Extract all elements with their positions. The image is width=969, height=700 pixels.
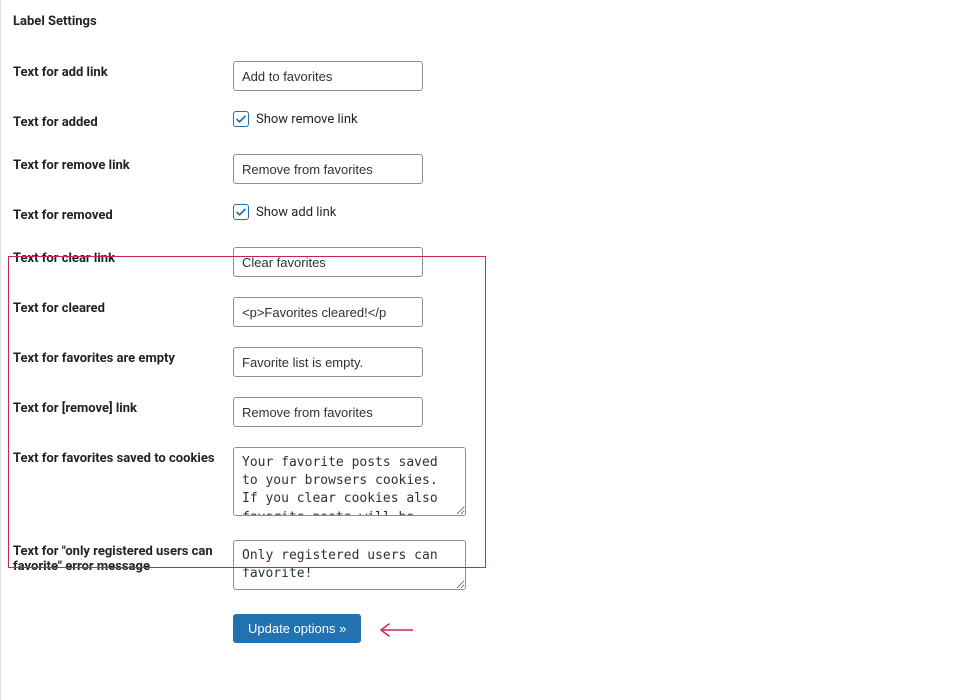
label-only-registered: Text for "only registered users can favo… xyxy=(13,530,233,604)
checkbox-show-remove-link[interactable]: Show remove link xyxy=(233,111,358,127)
checkbox-label-removed: Show add link xyxy=(256,205,336,220)
label-removed: Text for removed xyxy=(13,194,233,237)
row-clear-link: Text for clear link xyxy=(13,237,969,287)
label-remove-link: Text for remove link xyxy=(13,144,233,194)
row-remove-link: Text for remove link xyxy=(13,144,969,194)
row-remove-bracket: Text for [remove] link xyxy=(13,387,969,437)
row-cleared: Text for cleared xyxy=(13,287,969,337)
settings-panel: Label Settings Text for add link Text fo… xyxy=(0,0,969,700)
input-remove-link[interactable] xyxy=(233,154,423,184)
input-clear-link[interactable] xyxy=(233,247,423,277)
row-saved-cookies: Text for favorites saved to cookies Your… xyxy=(13,437,969,530)
label-added: Text for added xyxy=(13,101,233,144)
arrow-left-icon xyxy=(379,623,413,637)
label-clear-link: Text for clear link xyxy=(13,237,233,287)
checkbox-show-add-link[interactable]: Show add link xyxy=(233,204,336,220)
input-add-link[interactable] xyxy=(233,61,423,91)
input-empty[interactable] xyxy=(233,347,423,377)
checkbox-label-added: Show remove link xyxy=(256,112,358,127)
checkmark-icon xyxy=(233,204,249,220)
settings-form-table: Text for add link Text for added Show re… xyxy=(13,51,969,653)
row-added: Text for added Show remove link xyxy=(13,101,969,144)
row-submit: Update options » xyxy=(13,604,969,653)
section-heading: Label Settings xyxy=(13,14,969,29)
label-add-link: Text for add link xyxy=(13,51,233,101)
input-remove-bracket[interactable] xyxy=(233,397,423,427)
checkmark-icon xyxy=(233,111,249,127)
textarea-only-registered[interactable]: Only registered users can favorite! xyxy=(233,540,466,590)
row-only-registered: Text for "only registered users can favo… xyxy=(13,530,969,604)
row-empty: Text for favorites are empty xyxy=(13,337,969,387)
input-cleared[interactable] xyxy=(233,297,423,327)
label-remove-bracket: Text for [remove] link xyxy=(13,387,233,437)
label-empty: Text for favorites are empty xyxy=(13,337,233,387)
label-saved-cookies: Text for favorites saved to cookies xyxy=(13,437,233,530)
update-options-button[interactable]: Update options » xyxy=(233,614,361,643)
row-add-link: Text for add link xyxy=(13,51,969,101)
row-removed: Text for removed Show add link xyxy=(13,194,969,237)
label-cleared: Text for cleared xyxy=(13,287,233,337)
textarea-saved-cookies[interactable]: Your favorite posts saved to your browse… xyxy=(233,447,466,516)
